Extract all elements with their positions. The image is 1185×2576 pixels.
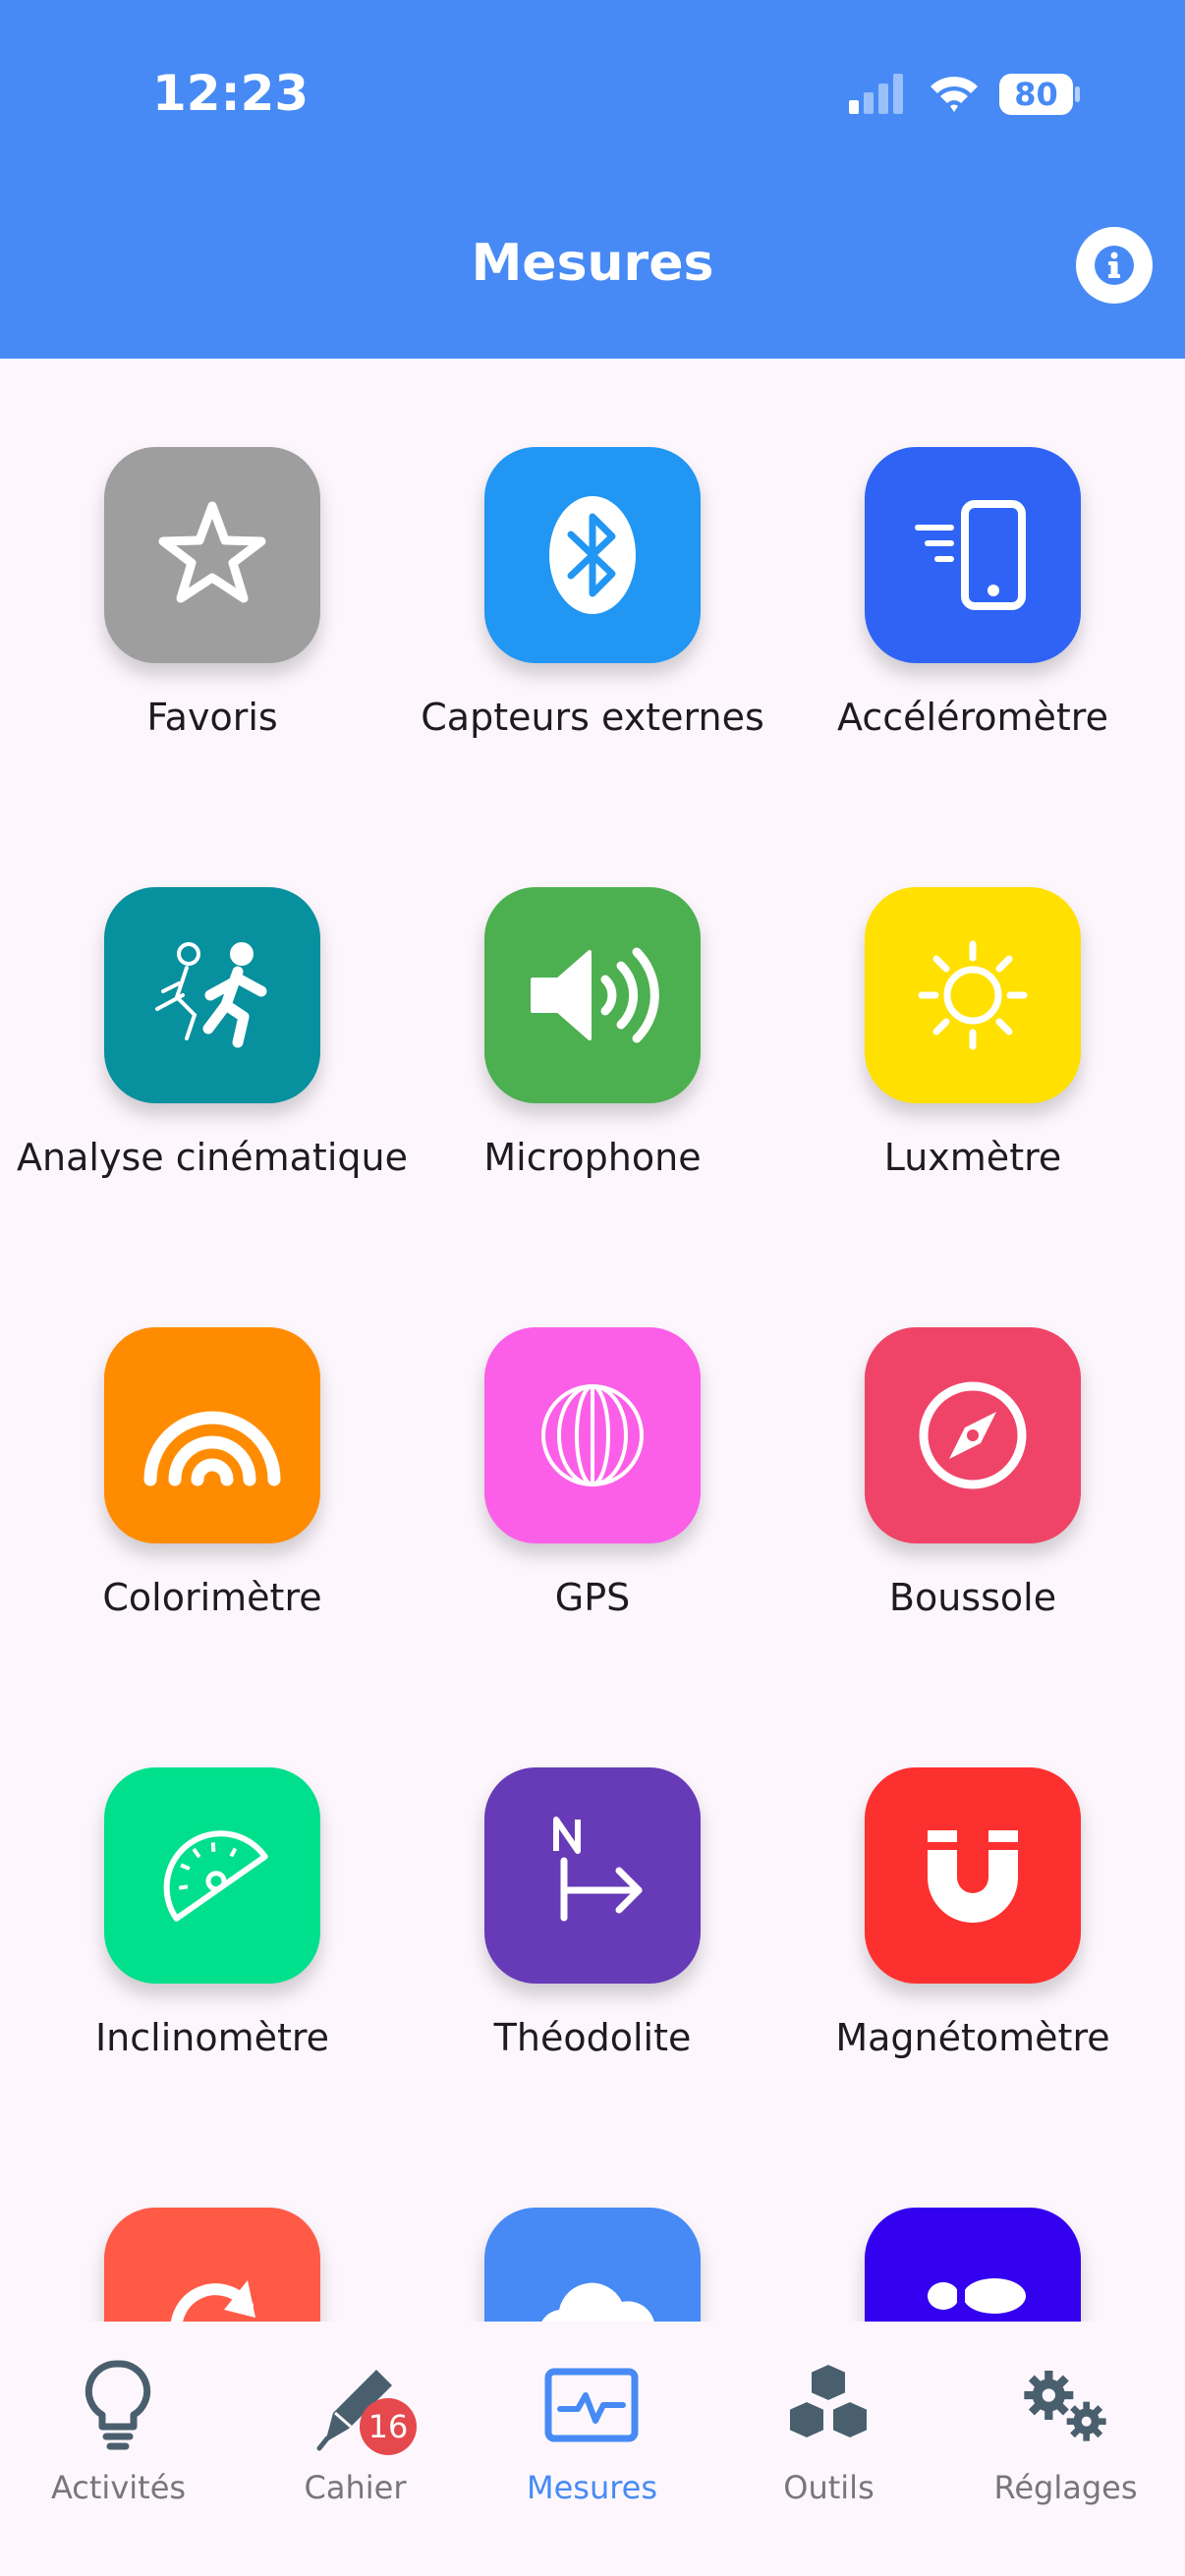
colorimeter-tile-icon-box (104, 1327, 320, 1543)
battery-tip (1075, 86, 1080, 102)
sensor-grid: Favoris Capteurs externes Accéléromètre (0, 359, 1185, 2322)
tile-weather[interactable] (401, 2208, 725, 2322)
microphone-tile-icon-box (484, 887, 701, 1103)
phone-motion-icon (915, 500, 1026, 610)
tile-accelerometre[interactable]: Accéléromètre (781, 447, 1108, 801)
compass-icon (919, 1381, 1027, 1489)
tile-label: Accéléromètre (837, 696, 1108, 739)
page-title: Mesures (471, 234, 714, 293)
tile-colorimetre[interactable]: Colorimètre (21, 1327, 345, 1681)
tab-label: Outils (783, 2469, 875, 2506)
tab-label: Activités (50, 2469, 187, 2506)
weather-tile-icon-box (484, 2208, 701, 2322)
speaker-icon (531, 947, 659, 1043)
tab-label: Mesures (526, 2469, 658, 2506)
luxmeter-tile-icon-box (865, 887, 1081, 1103)
tile-label: Analyse cinématique (17, 1136, 408, 1179)
tile-magnetometre[interactable]: Magnétomètre (781, 1767, 1110, 2121)
tile-pedometer[interactable] (781, 2208, 1105, 2322)
tile-luxmetre[interactable]: Luxmètre (781, 887, 1105, 1241)
wifi-icon (931, 77, 978, 112)
tile-favoris[interactable]: Favoris (21, 447, 345, 801)
tile-label: GPS (554, 1576, 631, 1619)
theodolite-tile-icon-box (484, 1767, 701, 1984)
gps-tile-icon-box (484, 1327, 701, 1543)
footprint-icon (928, 2278, 1026, 2314)
pedometer-tile-icon-box (865, 2208, 1081, 2322)
tab-outils[interactable]: Outils (710, 2322, 947, 2576)
rainbow-icon (143, 1411, 281, 1486)
sun-icon (918, 940, 1028, 1050)
magnet-icon (928, 1830, 1018, 1923)
tab-mesures[interactable]: Mesures (474, 2322, 710, 2576)
tab-icon-wrapper (779, 2356, 877, 2454)
cloud-icon (541, 2282, 654, 2322)
tile-label: Magnétomètre (835, 2016, 1110, 2059)
accelerometer-tile-icon-box (865, 447, 1081, 663)
info-button[interactable] (1076, 227, 1153, 304)
tile-label: Microphone (483, 1136, 702, 1179)
notification-badge: 16 (360, 2398, 417, 2455)
cellular-signal-icon (849, 74, 903, 114)
tile-label: Luxmètre (883, 1136, 1062, 1179)
tile-analyse-cinematique[interactable]: Analyse cinématique (17, 887, 408, 1241)
tile-label: Colorimètre (102, 1576, 322, 1619)
rotation-tile-icon-box (104, 2208, 320, 2322)
tile-boussole[interactable]: Boussole (781, 1327, 1105, 1681)
rotate-icon (171, 2280, 255, 2322)
tab-icon-wrapper (1016, 2356, 1114, 2454)
bluetooth-icon (549, 496, 636, 614)
compass-tile-icon-box (865, 1327, 1081, 1543)
tile-label: Capteurs externes (421, 696, 764, 739)
tile-label: Inclinomètre (94, 2016, 330, 2059)
tab-label: Réglages (993, 2469, 1138, 2506)
favorites-tile-icon-box (104, 447, 320, 663)
pulse-monitor-icon (544, 2368, 639, 2442)
inclinometer-tile-icon-box (104, 1767, 320, 1984)
lightbulb-icon (85, 2360, 151, 2450)
tile-capteurs-externes[interactable]: Capteurs externes (401, 447, 764, 801)
tab-activites[interactable]: Activités (0, 2322, 237, 2576)
magnetometer-tile-icon-box (865, 1767, 1081, 1984)
tab-reglages[interactable]: Réglages (947, 2322, 1184, 2576)
tile-inclinometre[interactable]: Inclinomètre (21, 1767, 345, 2121)
tile-label: Boussole (888, 1576, 1057, 1619)
tile-label: Théodolite (493, 2016, 692, 2059)
gears-icon (1024, 2371, 1106, 2441)
star-icon (158, 501, 266, 603)
globe-icon (541, 1384, 644, 1486)
cubes-icon (788, 2362, 869, 2440)
tab-icon-wrapper (69, 2356, 167, 2454)
tile-label: Favoris (146, 696, 278, 739)
info-icon (1095, 246, 1134, 285)
battery-indicator: 80 (999, 74, 1073, 115)
tile-gps[interactable]: GPS (401, 1327, 725, 1681)
tab-label: Cahier (304, 2469, 407, 2506)
app-header: 12:23 80 Mesures (0, 0, 1185, 359)
bottom-tab-bar: Activités 16 Cahier Mesures Outils Régla… (0, 2322, 1185, 2576)
protractor-icon (163, 1830, 268, 1922)
external-sensors-tile-icon-box (484, 447, 701, 663)
tile-theodolite[interactable]: Théodolite (401, 1767, 725, 2121)
kinematic-analysis-tile-icon-box (104, 887, 320, 1103)
running-people-icon (155, 942, 267, 1048)
tile-rotation[interactable] (21, 2208, 345, 2322)
status-time: 12:23 (152, 65, 310, 122)
tab-icon-wrapper (542, 2356, 641, 2454)
tab-cahier[interactable]: 16 Cahier (237, 2322, 474, 2576)
tile-microphone[interactable]: Microphone (401, 887, 725, 1241)
north-arrow-icon (553, 1817, 643, 1922)
